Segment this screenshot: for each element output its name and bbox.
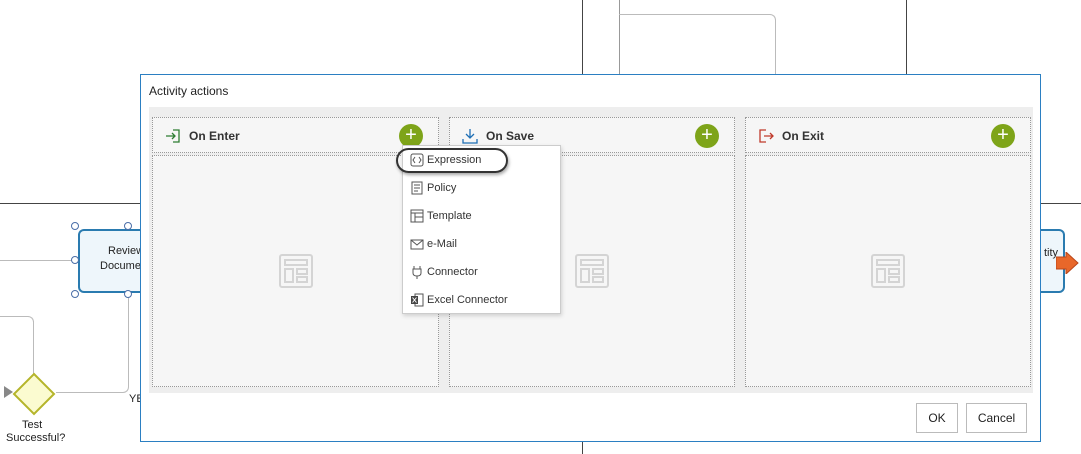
flow-line xyxy=(56,296,129,393)
connector-line xyxy=(582,0,583,74)
node-label: Docume xyxy=(100,260,141,272)
gateway-diamond-icon[interactable] xyxy=(12,372,56,416)
menu-item-label: Connector xyxy=(427,266,478,278)
connector-line xyxy=(619,14,776,75)
panel-title: On Exit xyxy=(782,129,825,143)
arrow-right-icon[interactable] xyxy=(1056,252,1080,274)
selection-handle[interactable] xyxy=(124,290,132,298)
review-document-node[interactable]: Review Docume xyxy=(78,229,145,293)
menu-item-label: Policy xyxy=(427,182,457,194)
save-icon xyxy=(462,129,478,144)
flow-line xyxy=(0,260,78,261)
connector-icon xyxy=(412,266,422,279)
panel-title: On Save xyxy=(486,129,535,143)
node-label: Review xyxy=(108,245,145,257)
menu-item-label: Template xyxy=(427,210,472,222)
template-placeholder-icon xyxy=(575,254,609,288)
connector-line xyxy=(906,0,907,74)
dialog-title: Activity actions xyxy=(149,84,229,98)
excel-icon xyxy=(411,293,424,307)
arrow-tip-icon xyxy=(4,386,13,398)
template-placeholder-icon xyxy=(871,254,905,288)
add-action-button[interactable]: + xyxy=(695,124,719,148)
enter-icon xyxy=(166,129,180,143)
menu-item-email[interactable]: e-Mail xyxy=(403,231,560,259)
panel-header: On Exit + xyxy=(745,117,1031,153)
ok-button[interactable]: OK xyxy=(916,403,958,433)
exit-icon xyxy=(759,129,774,143)
lane-line xyxy=(0,203,140,204)
gateway-label: Test xyxy=(22,419,43,431)
add-action-button[interactable]: + xyxy=(991,124,1015,148)
template-placeholder-icon xyxy=(278,254,313,288)
menu-item-connector[interactable]: Connector xyxy=(403,259,560,287)
panel-on-exit: On Exit + xyxy=(745,117,1031,387)
email-icon xyxy=(410,239,424,250)
lane-line xyxy=(1041,203,1081,204)
menu-item-policy[interactable]: Policy xyxy=(403,175,560,203)
menu-item-template[interactable]: Template xyxy=(403,203,560,231)
selection-handle[interactable] xyxy=(124,222,132,230)
template-icon xyxy=(410,209,424,223)
selection-handle[interactable] xyxy=(71,222,79,230)
selection-handle[interactable] xyxy=(71,256,79,264)
activity-actions-dialog: Activity actions On Enter + On Save + On… xyxy=(140,74,1041,442)
cancel-button[interactable]: Cancel xyxy=(966,403,1027,433)
menu-item-excel-connector[interactable]: Excel Connector xyxy=(403,287,560,315)
policy-icon xyxy=(411,181,423,195)
panel-body[interactable] xyxy=(152,155,439,387)
menu-item-label: Excel Connector xyxy=(427,294,508,306)
connector-line xyxy=(582,442,583,454)
selection-handle[interactable] xyxy=(71,290,79,298)
panel-header: On Enter + xyxy=(152,117,439,153)
panel-title: On Enter xyxy=(189,129,240,143)
highlight-ring xyxy=(396,148,508,173)
panel-body[interactable] xyxy=(745,155,1031,387)
menu-item-label: e-Mail xyxy=(427,238,457,250)
gateway-label: Successful? xyxy=(6,432,66,444)
dialog-content: On Enter + On Save + On Exit + xyxy=(149,107,1033,393)
